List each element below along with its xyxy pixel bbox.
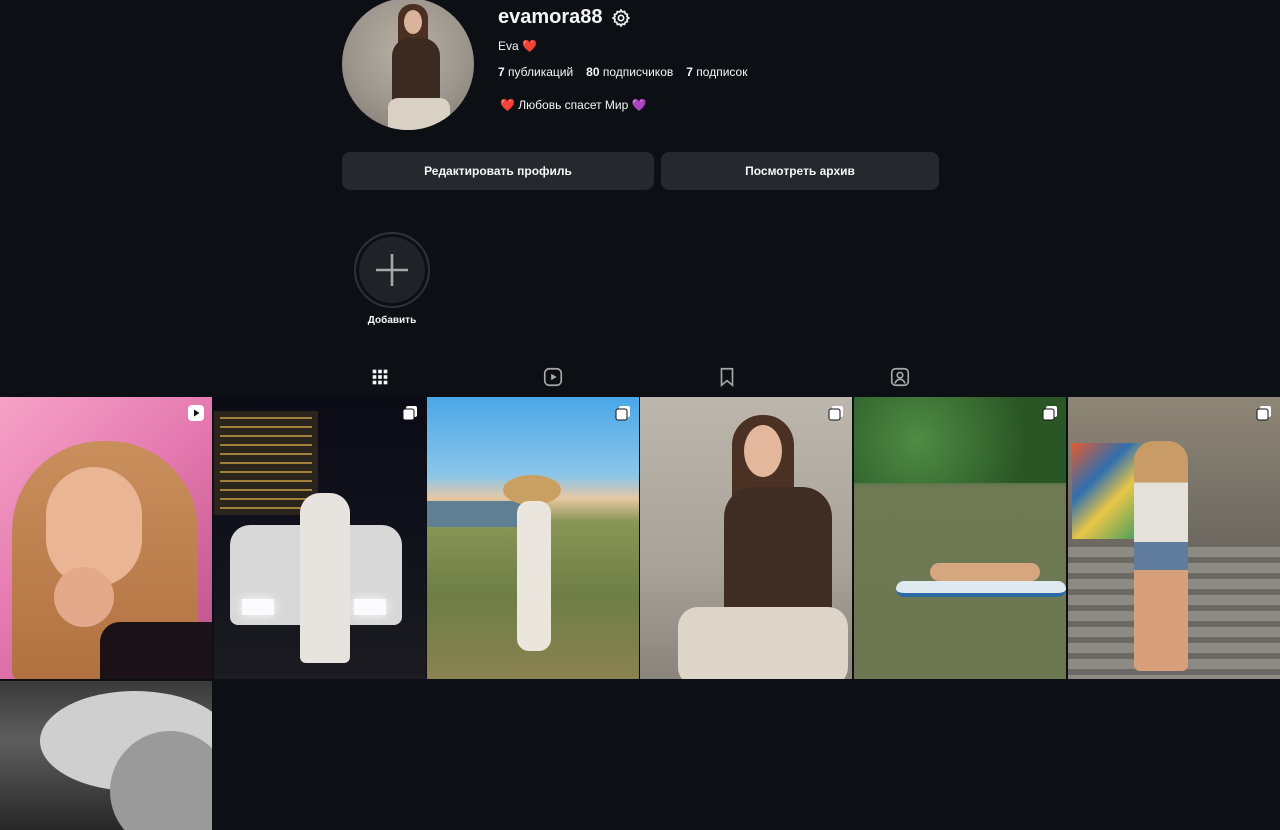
post-figure bbox=[354, 599, 386, 615]
username: evamora88 bbox=[498, 6, 603, 28]
post-tile-6[interactable] bbox=[1068, 397, 1280, 679]
post-tile-2[interactable] bbox=[214, 397, 426, 679]
following-count: 7 bbox=[686, 65, 693, 79]
carousel-badge-icon bbox=[1256, 406, 1271, 421]
add-highlight[interactable]: Добавить bbox=[354, 232, 430, 326]
post-figure bbox=[930, 563, 1040, 581]
post-figure bbox=[214, 411, 318, 515]
grid-icon bbox=[372, 369, 388, 385]
profile-stats: 7 публикаций 80 подписчиков 7 подписок bbox=[498, 65, 747, 79]
reel-badge-icon bbox=[188, 405, 204, 421]
full-name-text: Eva bbox=[498, 39, 519, 53]
edit-profile-button[interactable]: Редактировать профиль bbox=[342, 152, 654, 190]
post-figure bbox=[242, 599, 274, 615]
post-figure bbox=[744, 425, 782, 477]
full-name: Eva ❤️ bbox=[498, 39, 537, 53]
following-label: подписок bbox=[696, 65, 748, 79]
bookmark-icon bbox=[720, 367, 734, 388]
post-figure bbox=[517, 501, 551, 651]
posts-stat[interactable]: 7 публикаций bbox=[498, 65, 573, 79]
post-figure bbox=[54, 567, 114, 627]
highlight-ring bbox=[354, 232, 430, 308]
profile-page: evamora88 Eva ❤️ 7 публикаций 80 подписч… bbox=[0, 0, 1280, 830]
followers-label: подписчиков bbox=[602, 65, 674, 79]
carousel-badge-icon bbox=[1042, 406, 1057, 421]
tagged-icon bbox=[890, 367, 910, 387]
tab-saved[interactable] bbox=[699, 362, 755, 398]
post-figure bbox=[896, 581, 1066, 597]
plus-icon bbox=[376, 254, 408, 286]
followers-stat[interactable]: 80 подписчиков bbox=[586, 65, 673, 79]
carousel-badge-icon bbox=[615, 406, 630, 421]
post-figure bbox=[854, 397, 1066, 483]
tab-tagged[interactable] bbox=[872, 362, 928, 398]
reels-icon bbox=[543, 367, 563, 387]
followers-count: 80 bbox=[586, 65, 600, 79]
avatar-face bbox=[404, 10, 422, 34]
view-archive-button[interactable]: Посмотреть архив bbox=[661, 152, 939, 190]
post-tile-1[interactable] bbox=[0, 397, 212, 679]
profile-bio: ❤️ Любовь спасет Мир 💜 bbox=[500, 98, 647, 112]
posts-count: 7 bbox=[498, 65, 505, 79]
add-highlight-label: Добавить bbox=[367, 315, 417, 326]
post-figure bbox=[300, 493, 350, 663]
settings-gear-icon[interactable] bbox=[611, 8, 631, 28]
heart-emoji: ❤️ bbox=[522, 39, 537, 53]
tab-reels[interactable] bbox=[525, 362, 581, 398]
highlight-inner bbox=[359, 237, 425, 303]
post-tile-3[interactable] bbox=[427, 397, 639, 679]
post-tile-5[interactable] bbox=[854, 397, 1066, 679]
post-tile-7[interactable] bbox=[0, 681, 212, 830]
username-row: evamora88 bbox=[498, 6, 631, 29]
avatar-pants bbox=[388, 98, 450, 130]
post-figure bbox=[1134, 441, 1188, 671]
post-tile-4[interactable] bbox=[640, 397, 852, 679]
profile-avatar[interactable] bbox=[342, 0, 474, 130]
following-stat[interactable]: 7 подписок bbox=[686, 65, 747, 79]
posts-label: публикаций bbox=[508, 65, 574, 79]
post-figure bbox=[100, 622, 212, 679]
carousel-badge-icon bbox=[402, 406, 417, 421]
post-figure bbox=[1072, 443, 1142, 539]
carousel-badge-icon bbox=[828, 406, 843, 421]
post-figure bbox=[678, 607, 848, 679]
profile-tabs bbox=[352, 362, 928, 398]
tab-posts[interactable] bbox=[352, 362, 408, 398]
